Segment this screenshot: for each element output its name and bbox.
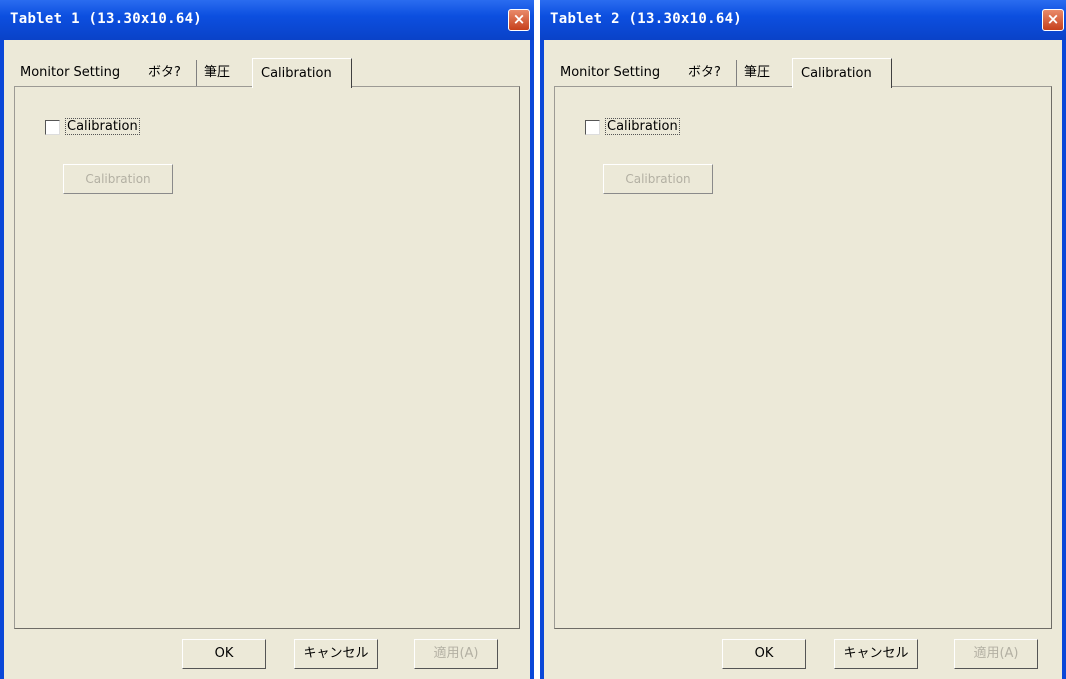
calibration-panel: Calibration Calibration: [554, 86, 1052, 629]
close-icon[interactable]: ×: [1042, 9, 1064, 31]
window-title: Tablet 2 (13.30x10.64): [550, 11, 743, 27]
tab-calibration[interactable]: Calibration: [252, 58, 352, 88]
tab-pen-pressure[interactable]: 筆圧: [198, 60, 253, 86]
ok-button[interactable]: OK: [182, 639, 266, 669]
tab-pen-pressure[interactable]: 筆圧: [738, 60, 793, 86]
tab-monitor-setting[interactable]: Monitor Setting: [554, 60, 685, 86]
title-bar[interactable]: Tablet 2 (13.30x10.64) ×: [540, 0, 1066, 40]
tablet-1-dialog: Tablet 1 (13.30x10.64) × Monitor Setting…: [0, 0, 534, 679]
tab-monitor-setting[interactable]: Monitor Setting: [14, 60, 145, 86]
tab-buttons[interactable]: ボタ?: [144, 60, 197, 86]
calibration-button[interactable]: Calibration: [63, 164, 173, 194]
calibration-panel: Calibration Calibration: [14, 86, 520, 629]
calibration-checkbox[interactable]: [45, 120, 60, 135]
tab-buttons[interactable]: ボタ?: [684, 60, 737, 86]
cancel-button[interactable]: キャンセル: [834, 639, 918, 669]
calibration-button[interactable]: Calibration: [603, 164, 713, 194]
apply-button[interactable]: 適用(A): [414, 639, 498, 669]
cancel-button[interactable]: キャンセル: [294, 639, 378, 669]
tab-calibration[interactable]: Calibration: [792, 58, 892, 88]
apply-button[interactable]: 適用(A): [954, 639, 1038, 669]
dialog-body: Monitor Setting ボタ? 筆圧 Calibration Calib…: [4, 40, 530, 679]
title-bar[interactable]: Tablet 1 (13.30x10.64) ×: [0, 0, 534, 40]
close-icon[interactable]: ×: [508, 9, 530, 31]
window-title: Tablet 1 (13.30x10.64): [10, 11, 203, 27]
calibration-checkbox-label[interactable]: Calibration: [65, 118, 140, 135]
ok-button[interactable]: OK: [722, 639, 806, 669]
dialog-body: Monitor Setting ボタ? 筆圧 Calibration Calib…: [544, 40, 1062, 679]
calibration-checkbox[interactable]: [585, 120, 600, 135]
tablet-2-dialog: Tablet 2 (13.30x10.64) × Monitor Setting…: [540, 0, 1066, 679]
calibration-checkbox-label[interactable]: Calibration: [605, 118, 680, 135]
